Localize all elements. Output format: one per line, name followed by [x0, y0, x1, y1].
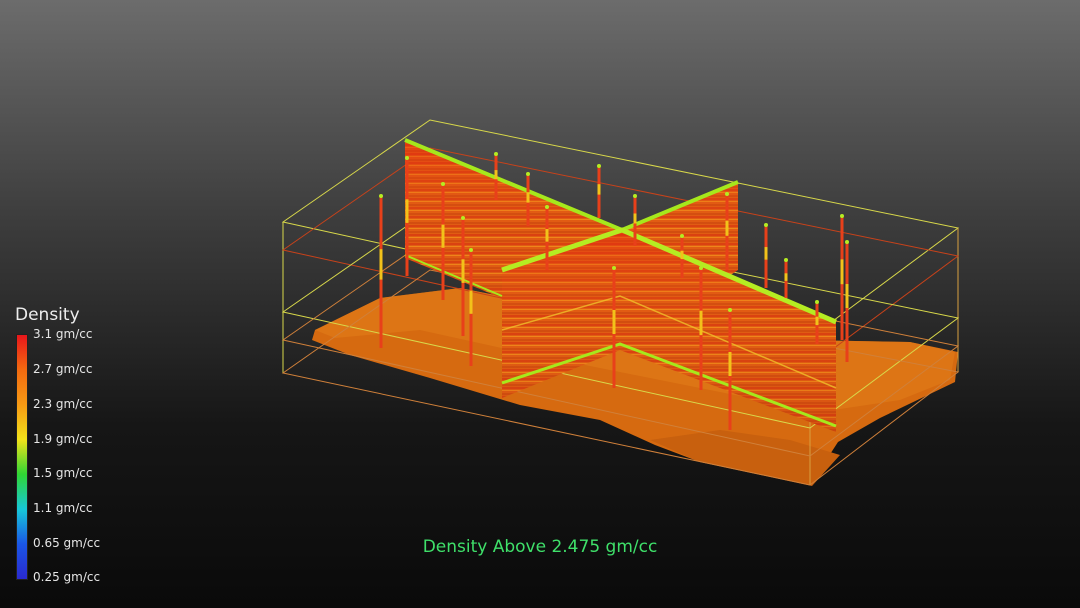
drill-hole-collar [405, 156, 409, 160]
drill-hole-collar [680, 234, 684, 238]
drill-hole-collar [840, 214, 844, 218]
drill-hole-collar [815, 300, 819, 304]
legend-tick-label: 2.3 gm/cc [33, 397, 93, 411]
drill-hole-collar [699, 266, 703, 270]
drill-hole-collar [441, 182, 445, 186]
legend-tick-label: 3.1 gm/cc [33, 327, 93, 341]
drill-hole-collar [845, 240, 849, 244]
drill-hole-collar [764, 223, 768, 227]
legend-tick-label: 0.25 gm/cc [33, 570, 101, 584]
drill-hole-collar [612, 266, 616, 270]
legend-tick-label: 2.7 gm/cc [33, 362, 93, 376]
drill-hole-collar [461, 216, 465, 220]
drill-hole-collar [725, 192, 729, 196]
drill-hole-collar [494, 152, 498, 156]
density-3d-view[interactable] [0, 0, 1080, 608]
drill-hole-collar [379, 194, 383, 198]
drill-hole-collar [728, 308, 732, 312]
density-legend: Density 3.1 gm/cc 2.7 gm/cc 2.3 gm/cc 1.… [0, 0, 130, 608]
legend-tick-label: 1.1 gm/cc [33, 501, 93, 515]
legend-title: Density [15, 305, 80, 325]
drill-hole-collar [784, 258, 788, 262]
legend-tick-label: 1.9 gm/cc [33, 432, 93, 446]
drill-hole-collar [545, 205, 549, 209]
density-threshold-caption: Density Above 2.475 gm/cc [422, 537, 658, 557]
drill-hole-collar [469, 248, 473, 252]
drill-hole-collar [526, 172, 530, 176]
legend-tick-label: 1.5 gm/cc [33, 466, 93, 480]
drill-hole-collar [597, 164, 601, 168]
drill-hole-collar [633, 194, 637, 198]
